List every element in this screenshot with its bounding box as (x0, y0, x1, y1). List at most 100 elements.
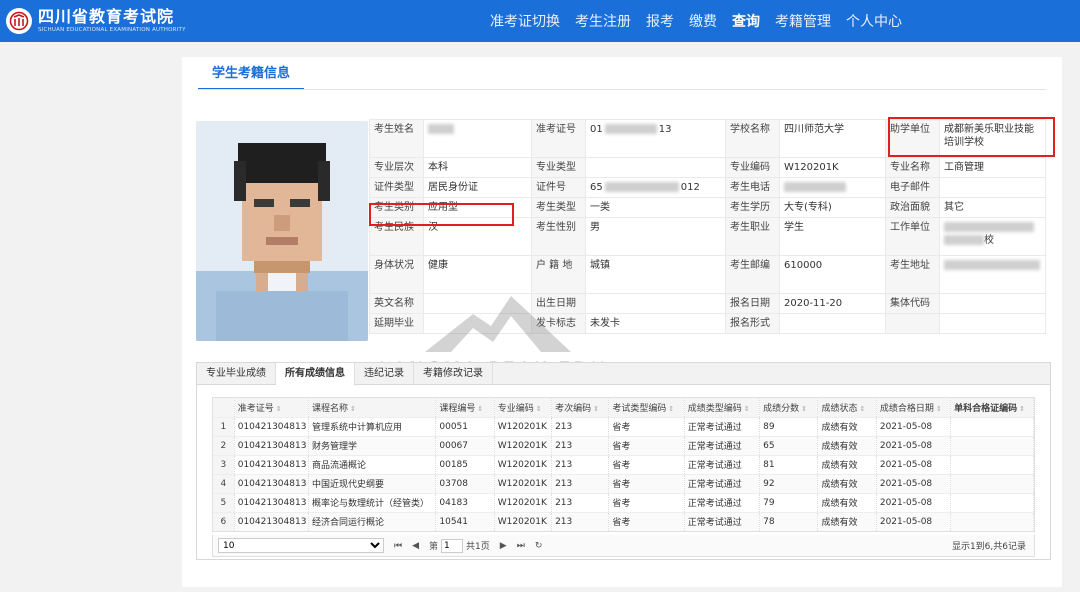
tab-major-graduation-scores[interactable]: 专业毕业成绩 (197, 363, 276, 384)
student-photo (196, 121, 368, 341)
label-major-type: 专业类型 (531, 157, 586, 178)
value-apply-date: 2020-11-20 (779, 293, 886, 314)
value-group-code (939, 293, 1046, 314)
label-political-status: 政治面貌 (885, 197, 940, 218)
header-exam-type-code[interactable]: 考试类型编码 ⇕ (608, 398, 685, 417)
value-admission-no: 01 13 (585, 119, 726, 158)
label-school: 学校名称 (725, 119, 780, 158)
value-work-unit: 校 (939, 217, 1046, 256)
refresh-icon[interactable]: ↻ (535, 541, 543, 551)
header-row-number (213, 398, 235, 417)
nav-admission-switch[interactable]: 准考证切换 (490, 11, 560, 31)
table-row[interactable]: 1 010421304813 管理系统中计算机应用 00051 W120201K… (213, 416, 1034, 436)
tab-violation-records[interactable]: 违纪记录 (355, 363, 414, 384)
sort-icon: ⇕ (935, 404, 942, 413)
value-english-name (423, 293, 532, 314)
info-row: 身体状况 健康 户 籍 地 城镇 考生邮编 610000 考生地址 (369, 255, 1046, 294)
sort-icon: ⇕ (350, 404, 356, 413)
value-apply-form (779, 313, 886, 334)
header-session-code[interactable]: 考次编码 ⇕ (551, 398, 610, 417)
value-major-code: W120201K (779, 157, 886, 178)
prev-page-icon[interactable]: ◀ (412, 541, 419, 551)
sort-icon: ⇕ (477, 404, 484, 413)
sort-icon: ⇕ (1019, 404, 1026, 413)
table-row[interactable]: 5 010421304813 概率论与数理统计（经管类） 04183 W1202… (213, 492, 1034, 512)
page-label: 第 (429, 542, 439, 552)
scores-grid: 准考证号 ⇕ 课程名称 ⇕ 课程编号 ⇕ 专业编码 ⇕ 考次编码 ⇕ 考试类型编码 ⇕ 成绩… (212, 397, 1035, 532)
grid-header-row: 准考证号 ⇕ 课程名称 ⇕ 课程编号 ⇕ 专业编码 ⇕ 考次编码 ⇕ 考试类型编码 ⇕ 成绩… (213, 398, 1034, 417)
nav-apply-exam[interactable]: 报考 (646, 11, 674, 31)
header-score-status[interactable]: 成绩状态 ⇕ (817, 398, 877, 417)
label-id-number: 证件号 (531, 177, 586, 198)
label-household: 户 籍 地 (531, 255, 586, 294)
logo-subtitle: SICHUAN EDUCATIONAL EXAMINATION AUTHORIT… (38, 26, 186, 33)
value-phone (779, 177, 886, 198)
label-postcode: 考生邮编 (725, 255, 780, 294)
divider (198, 89, 1046, 90)
header-course-name[interactable]: 课程名称 ⇕ (308, 398, 437, 417)
table-row[interactable]: 6 010421304813 经济合同运行概论 10541 W120201K 2… (213, 511, 1034, 531)
sort-icon: ⇕ (593, 404, 599, 413)
page-number-input[interactable] (441, 538, 464, 553)
value-health: 健康 (423, 255, 532, 294)
tab-student-record[interactable]: 学生考籍信息 (198, 61, 305, 90)
value-occupation: 学生 (779, 217, 886, 256)
value-major-name: 工商管理 (939, 157, 1046, 178)
page-size-select[interactable]: 10 (218, 538, 384, 553)
tab-all-scores[interactable]: 所有成绩信息 (276, 363, 355, 386)
header-course-code[interactable]: 课程编号 ⇕ (435, 398, 495, 417)
table-row[interactable]: 4 010421304813 中国近现代史纲要 03708 W120201K 2… (213, 473, 1034, 493)
last-page-icon[interactable]: ⏭ (517, 541, 525, 551)
sort-icon: ⇕ (275, 404, 282, 413)
highlight-assist-unit (888, 117, 1055, 157)
table-row[interactable]: 2 010421304813 财务管理学 00067 W120201K 213 … (213, 435, 1034, 455)
first-page-icon[interactable]: ⏮ (394, 541, 402, 551)
label-delayed-graduation: 延期毕业 (369, 313, 424, 334)
scores-section: 专业毕业成绩 所有成绩信息 违纪记录 考籍修改记录 准考证号 ⇕ 课程名称 ⇕ 课程… (196, 362, 1051, 560)
site-logo[interactable]: 四川省教育考试院 SICHUAN EDUCATIONAL EXAMINATION… (6, 6, 186, 36)
value-gender: 男 (585, 217, 726, 256)
info-row: 专业层次 本科 专业类型 专业编码 W120201K 专业名称 工商管理 (369, 157, 1046, 178)
header-score-type-code[interactable]: 成绩类型编码 ⇕ (684, 398, 761, 417)
nav-personal-center[interactable]: 个人中心 (846, 11, 902, 31)
value-student-type: 一类 (585, 197, 726, 218)
page-total: 共1页 (466, 542, 490, 552)
label-apply-form: 报名形式 (725, 313, 780, 334)
header-pass-date[interactable]: 成绩合格日期 ⇕ (876, 398, 952, 417)
label-major-code: 专业编码 (725, 157, 780, 178)
logo-emblem-icon (6, 8, 32, 34)
label-english-name: 英文名称 (369, 293, 424, 314)
sort-icon: ⇕ (801, 404, 807, 413)
table-row[interactable]: 3 010421304813 商品流通概论 00185 W120201K 213… (213, 454, 1034, 474)
label-education: 考生学历 (725, 197, 780, 218)
next-page-icon[interactable]: ▶ (500, 541, 507, 551)
value-address (939, 255, 1046, 294)
sort-icon: ⇕ (743, 404, 750, 413)
header-score[interactable]: 成绩分数 ⇕ (759, 398, 819, 417)
label-address: 考生地址 (885, 255, 940, 294)
tab-modification-records[interactable]: 考籍修改记录 (414, 363, 493, 384)
nav-record-management[interactable]: 考籍管理 (775, 11, 831, 31)
header-admission-no[interactable]: 准考证号 ⇕ (234, 398, 310, 417)
logo-title: 四川省教育考试院 (38, 6, 175, 26)
score-tabs: 专业毕业成绩 所有成绩信息 违纪记录 考籍修改记录 (197, 363, 1050, 386)
pagination-info: 显示1到6,共6记录 (951, 542, 1026, 552)
main-nav: 准考证切换 考生注册 报考 缴费 查询 考籍管理 个人中心 (475, 0, 902, 42)
nav-registration[interactable]: 考生注册 (575, 11, 631, 31)
label-card-status: 发卡标志 (531, 313, 586, 334)
value-id-type: 居民身份证 (423, 177, 532, 198)
value-postcode: 610000 (779, 255, 886, 294)
value-empty (939, 313, 1046, 334)
header-major-code[interactable]: 专业编码 ⇕ (494, 398, 553, 417)
label-admission-no: 准考证号 (531, 119, 586, 158)
header-certificate-code[interactable]: 单科合格证编码 ⇕ (950, 398, 1034, 417)
nav-payment[interactable]: 缴费 (689, 11, 717, 31)
value-political-status: 其它 (939, 197, 1046, 218)
info-row: 证件类型 居民身份证 证件号 65 012 考生电话 电子邮件 (369, 177, 1046, 198)
value-name (423, 119, 532, 158)
label-birth-date: 出生日期 (531, 293, 586, 314)
sort-icon: ⇕ (859, 404, 866, 413)
nav-query[interactable]: 查询 (732, 11, 760, 31)
info-row: 英文名称 出生日期 报名日期 2020-11-20 集体代码 (369, 293, 1046, 314)
value-email (939, 177, 1046, 198)
